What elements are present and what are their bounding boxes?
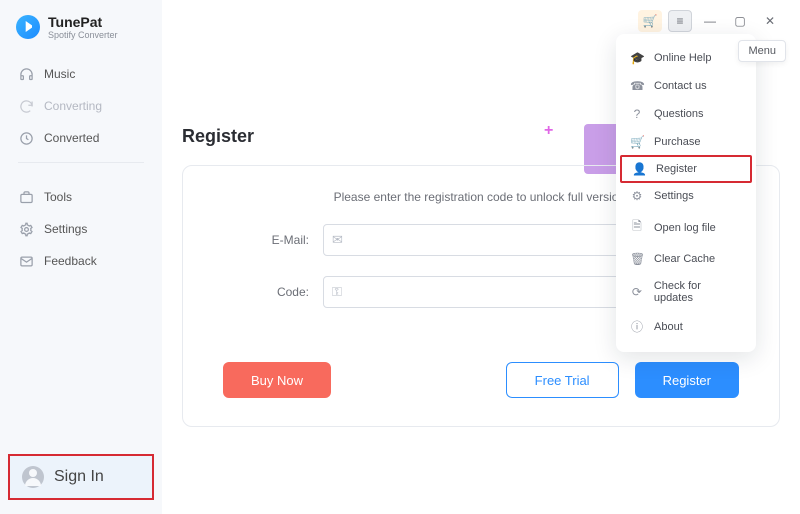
nav-group-library: Music Converting Converted [0, 58, 162, 154]
question-icon: ? [630, 107, 644, 121]
brand-block: TunePat Spotify Converter [0, 14, 162, 48]
main-menu-dropdown: 🎓 Online Help ☎ Contact us ? Questions 🛒 Pur… [616, 34, 756, 352]
menu-item-label: Purchase [654, 136, 700, 148]
sidebar-divider [18, 162, 144, 163]
phone-icon: ☎ [630, 79, 644, 93]
menu-item-label: Online Help [654, 52, 711, 64]
menu-item-label: Register [656, 163, 697, 175]
menu-item-register[interactable]: 👤 Register [620, 155, 752, 183]
menu-item-about[interactable]: ⓘ About [616, 311, 756, 342]
menu-button[interactable]: ≡ [668, 10, 692, 32]
info-icon: ⓘ [630, 318, 644, 335]
code-field[interactable] [323, 276, 633, 308]
titlebar: 🛒 ≡ ― ▢ ✕ [638, 10, 782, 32]
sidebar-item-feedback[interactable]: Feedback [0, 245, 162, 277]
cart-icon: 🛒 [630, 135, 644, 149]
menu-item-check-updates[interactable]: ⟳ Check for updates [616, 273, 756, 311]
menu-item-label: Settings [654, 190, 694, 202]
app-subtitle: Spotify Converter [48, 30, 118, 40]
gear-icon [18, 221, 34, 237]
code-label: Code: [219, 285, 309, 299]
clock-icon [18, 130, 34, 146]
maximize-icon: ▢ [734, 14, 745, 28]
email-field[interactable] [323, 224, 633, 256]
sidebar-item-label: Converted [44, 131, 99, 145]
file-icon: 🗎 [630, 217, 644, 238]
close-icon: ✕ [765, 14, 775, 28]
signin-label: Sign In [54, 468, 104, 486]
register-button[interactable]: Register [635, 362, 739, 398]
menu-item-label: Clear Cache [654, 253, 715, 265]
sidebar-item-converted[interactable]: Converted [0, 122, 162, 154]
minimize-icon: ― [704, 14, 716, 28]
app-logo-icon [16, 15, 40, 39]
maximize-button[interactable]: ▢ [728, 10, 752, 32]
sidebar-item-converting[interactable]: Converting [0, 90, 162, 122]
signin-button[interactable]: Sign In [8, 454, 154, 500]
headphones-icon [18, 66, 34, 82]
menu-item-purchase[interactable]: 🛒 Purchase [616, 128, 756, 156]
sidebar-item-label: Music [44, 67, 75, 81]
mail-icon [18, 253, 34, 269]
sidebar-item-label: Converting [44, 99, 102, 113]
buy-now-button[interactable]: Buy Now [223, 362, 331, 398]
menu-tooltip: Menu [738, 40, 786, 62]
user-key-icon: 👤 [632, 162, 646, 176]
sidebar: TunePat Spotify Converter Music Converti… [0, 0, 162, 514]
briefcase-icon [18, 189, 34, 205]
free-trial-button[interactable]: Free Trial [506, 362, 619, 398]
main-content: 🛒 ≡ ― ▢ ✕ Menu 🎓 Online Help ☎ Contact us … [162, 0, 800, 514]
grad-cap-icon: 🎓 [630, 51, 644, 65]
cart-icon: 🛒 [643, 14, 658, 28]
envelope-icon: ✉ [332, 232, 343, 248]
menu-item-online-help[interactable]: 🎓 Online Help [616, 44, 756, 72]
close-button[interactable]: ✕ [758, 10, 782, 32]
avatar-icon [22, 466, 44, 488]
email-label: E-Mail: [219, 233, 309, 247]
menu-item-questions[interactable]: ? Questions [616, 100, 756, 128]
sync-icon: ⟳ [630, 285, 644, 299]
menu-item-label: About [654, 321, 683, 333]
menu-item-label: Questions [654, 108, 704, 120]
refresh-icon [18, 98, 34, 114]
sidebar-item-label: Tools [44, 190, 72, 204]
sidebar-item-label: Feedback [44, 254, 97, 268]
cart-button[interactable]: 🛒 [638, 10, 662, 32]
menu-item-open-log[interactable]: 🗎 Open log file [616, 210, 756, 245]
sidebar-item-label: Settings [44, 222, 87, 236]
key-icon: ⚿ [332, 284, 342, 300]
sidebar-item-settings[interactable]: Settings [0, 213, 162, 245]
menu-item-label: Check for updates [654, 280, 742, 304]
trash-icon: 🗑 [630, 252, 644, 266]
menu-item-label: Open log file [654, 222, 716, 234]
menu-item-contact[interactable]: ☎ Contact us [616, 72, 756, 100]
menu-item-settings[interactable]: ⚙ Settings [616, 182, 756, 210]
nav-group-tools: Tools Settings Feedback [0, 181, 162, 277]
menu-item-label: Contact us [654, 80, 707, 92]
menu-item-clear-cache[interactable]: 🗑 Clear Cache [616, 245, 756, 273]
sidebar-item-music[interactable]: Music [0, 58, 162, 90]
app-title: TunePat [48, 14, 118, 30]
gear-icon: ⚙ [630, 189, 644, 203]
sidebar-item-tools[interactable]: Tools [0, 181, 162, 213]
minimize-button[interactable]: ― [698, 10, 722, 32]
hamburger-icon: ≡ [676, 14, 683, 28]
